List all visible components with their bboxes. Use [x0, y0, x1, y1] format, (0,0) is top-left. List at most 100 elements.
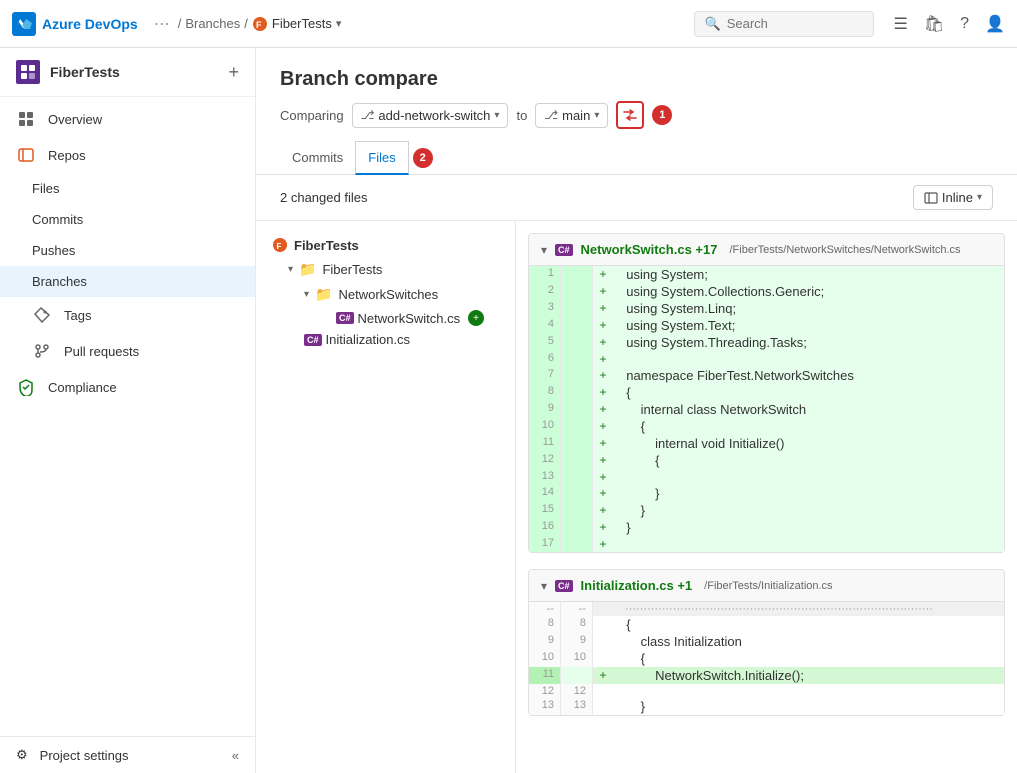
sidebar-item-pushes-label: Pushes — [32, 243, 75, 258]
diff-line: ---- ···································… — [529, 602, 1004, 616]
sidebar-item-tags[interactable]: Tags — [0, 297, 255, 333]
sidebar-item-repos[interactable]: Repos — [0, 137, 255, 173]
search-input[interactable] — [727, 16, 863, 31]
cs-badge-initialization: C# — [304, 334, 322, 346]
diff-line: 12+ { — [529, 452, 1004, 469]
sidebar-item-commits[interactable]: Commits — [0, 204, 255, 235]
sidebar-item-pull-requests-label: Pull requests — [64, 344, 139, 359]
sidebar-item-branches[interactable]: Branches — [0, 266, 255, 297]
split-layout: F FiberTests ▾ 📁 FiberTests ▾ 📁 NetworkS… — [256, 221, 1017, 773]
tab-commits[interactable]: Commits — [280, 142, 355, 175]
diff-line: 99 class Initialization — [529, 633, 1004, 650]
breadcrumb-sep1: / — [178, 16, 182, 31]
diff-line: 4+ using System.Text; — [529, 317, 1004, 334]
diff-line: 16+ } — [529, 519, 1004, 536]
diff-line: 5+ using System.Threading.Tasks; — [529, 334, 1004, 351]
diff-line: 1313 } — [529, 698, 1004, 715]
project-settings-item[interactable]: ⚙ Project settings « — [0, 737, 255, 773]
cs-icon-networkswitch: C# — [555, 244, 573, 256]
tree-file-initialization-label: Initialization.cs — [326, 332, 411, 347]
swap-button[interactable] — [616, 101, 644, 129]
tree-file-networkswitch-label: NetworkSwitch.cs — [358, 311, 461, 326]
diff-line: 7+ namespace FiberTest.NetworkSwitches — [529, 367, 1004, 384]
tree-root[interactable]: F FiberTests — [256, 233, 515, 257]
breadcrumb-chevron[interactable]: ▾ — [336, 17, 342, 30]
diff-lines-initialization: ---- ···································… — [529, 602, 1004, 715]
collapse-initialization-button[interactable]: ▾ — [541, 579, 547, 593]
compare-row: Comparing ⎇ add-network-switch ▾ to ⎇ ma… — [280, 101, 993, 129]
breadcrumb: / Branches / F FiberTests ▾ — [178, 16, 342, 32]
inline-view-icon — [924, 191, 938, 205]
bag-icon[interactable]: 🛍 — [924, 14, 944, 34]
topbar: Azure DevOps ⋯ / Branches / F FiberTests… — [0, 0, 1017, 48]
diff-line: 9+ internal class NetworkSwitch — [529, 401, 1004, 418]
tab-files[interactable]: Files — [355, 141, 408, 175]
tabs-bar: Commits Files 2 — [256, 141, 1017, 175]
sidebar-item-files[interactable]: Files — [0, 173, 255, 204]
project-icon — [16, 60, 40, 84]
diff-line: 1+ using System; — [529, 266, 1004, 283]
sidebar-item-commits-label: Commits — [32, 212, 83, 227]
diff-line: 13+ — [529, 469, 1004, 485]
inline-view-button[interactable]: Inline ▾ — [913, 185, 993, 210]
branch-from-icon: ⎇ — [361, 108, 375, 122]
to-branch-selector[interactable]: ⎇ main ▾ — [535, 103, 608, 128]
from-branch-chevron: ▾ — [494, 110, 499, 121]
tree-root-label: FiberTests — [294, 238, 359, 253]
sidebar-nav: Overview Repos Files Commits Pushes — [0, 97, 255, 409]
tab-files-label: Files — [368, 150, 395, 165]
sidebar-item-pushes[interactable]: Pushes — [0, 235, 255, 266]
annotation-badge-2: 2 — [413, 148, 433, 168]
annotation-badge-1: 1 — [652, 105, 672, 125]
main-layout: FiberTests + Overview Repos Files — [0, 48, 1017, 773]
sidebar-item-pull-requests[interactable]: Pull requests — [0, 333, 255, 369]
user-icon[interactable]: 👤 — [985, 14, 1005, 34]
cs-icon-initialization: C# — [555, 580, 573, 592]
diff-path-initialization: /FiberTests/Initialization.cs — [704, 580, 832, 592]
to-branch-chevron: ▾ — [594, 110, 599, 121]
chevron-networkswitches: ▾ — [304, 289, 309, 300]
settings-gear-icon: ⚙ — [16, 747, 28, 763]
folder-fibertests-icon: 📁 — [299, 261, 316, 278]
topbar-more[interactable]: ⋯ — [154, 14, 170, 34]
project-name: FiberTests — [50, 64, 120, 80]
tree-folder-fibertests[interactable]: ▾ 📁 FiberTests — [256, 257, 515, 282]
sidebar-item-compliance[interactable]: Compliance — [0, 369, 255, 405]
folder-networkswitches-icon: 📁 — [315, 286, 332, 303]
tree-folder-networkswitches-label: NetworkSwitches — [338, 287, 438, 302]
logo[interactable]: Azure DevOps — [12, 12, 138, 36]
diff-initialization: ▾ C# Initialization.cs +1 /FiberTests/In… — [528, 569, 1005, 716]
add-icon[interactable]: + — [228, 62, 239, 83]
to-label: to — [516, 108, 527, 123]
breadcrumb-branches[interactable]: Branches — [185, 16, 240, 31]
collapse-icon[interactable]: « — [232, 748, 239, 763]
to-branch-name: main — [562, 108, 590, 123]
diff-filename-networkswitch: NetworkSwitch.cs +17 — [581, 242, 718, 257]
search-box[interactable]: 🔍 — [694, 11, 874, 37]
breadcrumb-current: F FiberTests ▾ — [252, 16, 342, 32]
collapse-networkswitch-button[interactable]: ▾ — [541, 243, 547, 257]
diff-line: 6+ — [529, 351, 1004, 367]
breadcrumb-sep2: / — [244, 16, 248, 31]
search-icon: 🔍 — [705, 16, 721, 32]
help-icon[interactable]: ? — [960, 15, 969, 33]
topbar-actions: ☰ 🛍 ? 👤 — [894, 14, 1005, 34]
diff-networkswitch: ▾ C# NetworkSwitch.cs +17 /FiberTests/Ne… — [528, 233, 1005, 553]
from-branch-selector[interactable]: ⎇ add-network-switch ▾ — [352, 103, 509, 128]
sidebar-item-branches-label: Branches — [32, 274, 87, 289]
tag-icon — [32, 305, 52, 325]
tree-file-networkswitch[interactable]: C# NetworkSwitch.cs + — [256, 307, 515, 329]
tree-folder-networkswitches[interactable]: ▾ 📁 NetworkSwitches — [256, 282, 515, 307]
notifications-icon[interactable]: ☰ — [894, 14, 908, 34]
sidebar-item-overview[interactable]: Overview — [0, 101, 255, 137]
diff-header-initialization: ▾ C# Initialization.cs +1 /FiberTests/In… — [529, 570, 1004, 602]
project-settings-label: Project settings — [40, 748, 129, 763]
diff-line: 15+ } — [529, 502, 1004, 519]
more-dots-icon: ⋯ — [154, 14, 170, 34]
plus-badge-networkswitch[interactable]: + — [468, 310, 484, 326]
diff-line: 11+ internal void Initialize() — [529, 435, 1004, 452]
root-project-icon: F — [272, 237, 288, 253]
tree-file-initialization[interactable]: C# Initialization.cs — [256, 329, 515, 350]
svg-text:F: F — [277, 242, 282, 251]
overview-icon — [16, 109, 36, 129]
